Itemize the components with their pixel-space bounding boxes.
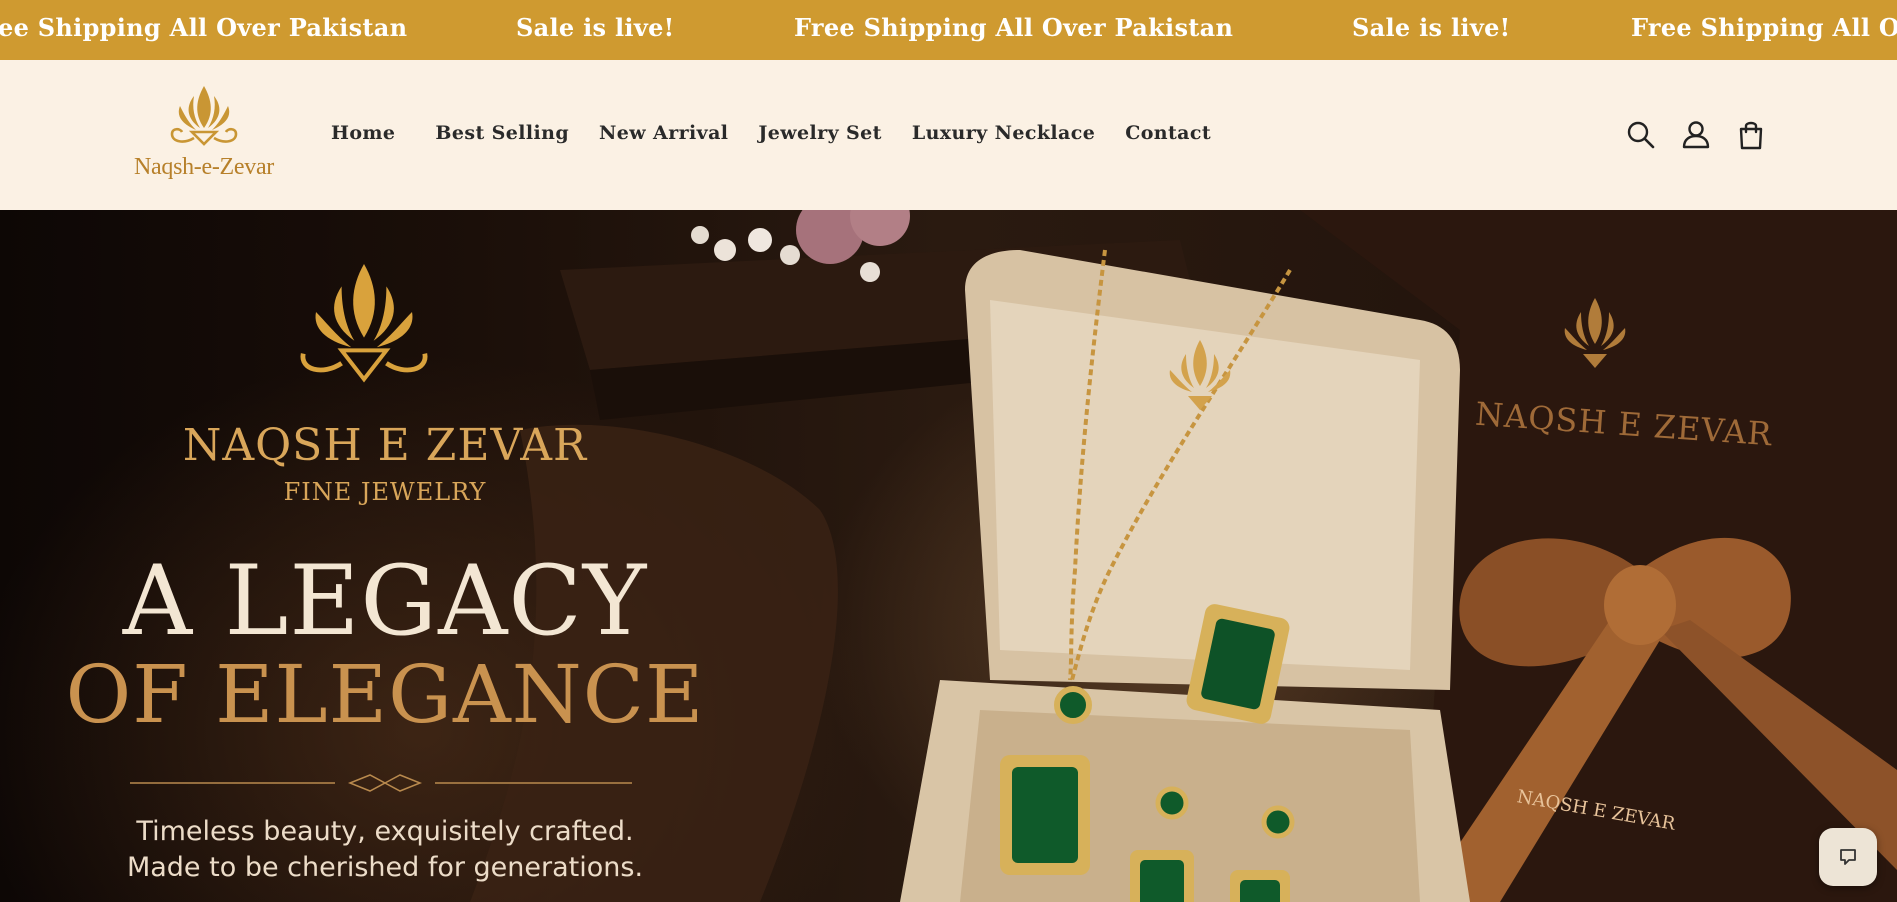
nav-new-arrival[interactable]: New Arrival <box>599 122 728 152</box>
nav-jewelry-set[interactable]: Jewelry Set <box>758 122 881 152</box>
hero-title-line1: A LEGACY <box>122 545 648 657</box>
announcement-text: Sale is live! <box>516 13 675 42</box>
chat-icon <box>1840 849 1856 865</box>
hero-brand: NAQSH E ZEVAR <box>182 420 588 471</box>
nav-luxury-necklace[interactable]: Luxury Necklace <box>912 122 1095 152</box>
account-icon[interactable] <box>1679 118 1713 152</box>
announcement-bar: ee Shipping All Over Pakistan Sale is li… <box>0 0 1897 60</box>
announcement-text: Sale is live! <box>1352 13 1511 42</box>
lotus-logo-icon <box>170 86 238 146</box>
hero-tagline-line2: Made to be cherished for generations. <box>126 852 644 883</box>
hero-banner[interactable]: NAQSH E ZEVAR FINE JEWELRY A LEGACY OF E… <box>0 210 1897 902</box>
hero-brand-subtitle: FINE JEWELRY <box>283 478 487 506</box>
brand-logo[interactable]: Naqsh-e-Zevar <box>124 82 284 190</box>
announcement-text: Free Shipping All O <box>1631 13 1897 42</box>
main-nav: Home Best Selling New Arrival Jewelry Se… <box>320 122 1211 152</box>
nav-contact[interactable]: Contact <box>1125 122 1211 152</box>
site-header: Naqsh-e-Zevar Home Best Selling New Arri… <box>0 60 1897 210</box>
announcement-text: ee Shipping All Over Pakistan <box>0 13 408 42</box>
hero-tagline-line1: Timeless beauty, exquisitely crafted. <box>136 816 634 847</box>
search-icon[interactable] <box>1624 118 1658 152</box>
chat-button[interactable] <box>1819 828 1877 886</box>
nav-home[interactable]: Home <box>331 122 395 152</box>
nav-best-selling[interactable]: Best Selling <box>435 122 569 152</box>
cart-icon[interactable] <box>1734 118 1768 152</box>
logo-text: Naqsh-e-Zevar <box>133 154 275 180</box>
hero-title-line2: OF ELEGANCE <box>65 648 705 741</box>
announcement-text: Free Shipping All Over Pakistan <box>794 13 1234 42</box>
